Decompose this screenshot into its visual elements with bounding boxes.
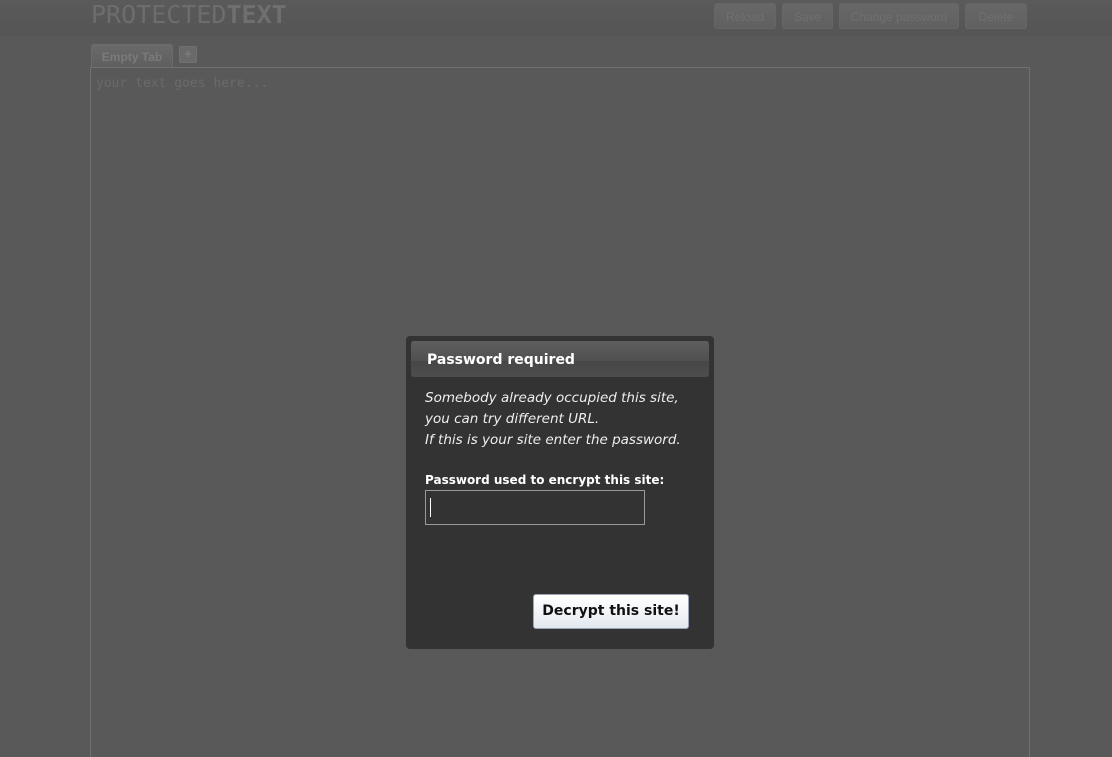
add-tab-button[interactable]: + [179,46,197,63]
change-password-button[interactable]: Change password [839,3,959,29]
page: PROTECTEDTEXT Reload Save Change passwor… [0,0,1112,757]
decrypt-button[interactable]: Decrypt this site! [533,594,689,629]
reload-button[interactable]: Reload [714,3,776,29]
header-bar: PROTECTEDTEXT Reload Save Change passwor… [0,0,1112,36]
logo-text-light: PROTECTED [91,0,227,29]
dialog-message: Somebody already occupied this site, you… [425,388,705,451]
dialog-message-line: you can try different URL. [425,411,600,427]
tab-empty-tab[interactable]: Empty Tab [91,44,173,68]
editor-placeholder: your text goes here... [96,76,269,91]
password-dialog: Password required Somebody already occup… [406,336,714,649]
save-button[interactable]: Save [782,3,833,29]
dialog-header: Password required [411,341,709,377]
text-cursor [430,498,431,517]
dialog-message-line: If this is your site enter the password. [425,432,681,448]
dialog-title: Password required [427,352,575,368]
password-input[interactable] [425,490,645,525]
password-label: Password used to encrypt this site: [425,473,665,487]
logo-text-bold: TEXT [226,0,287,29]
site-logo[interactable]: PROTECTEDTEXT [91,0,287,30]
delete-button[interactable]: Delete [965,3,1027,29]
dialog-message-line: Somebody already occupied this site, [425,390,679,406]
